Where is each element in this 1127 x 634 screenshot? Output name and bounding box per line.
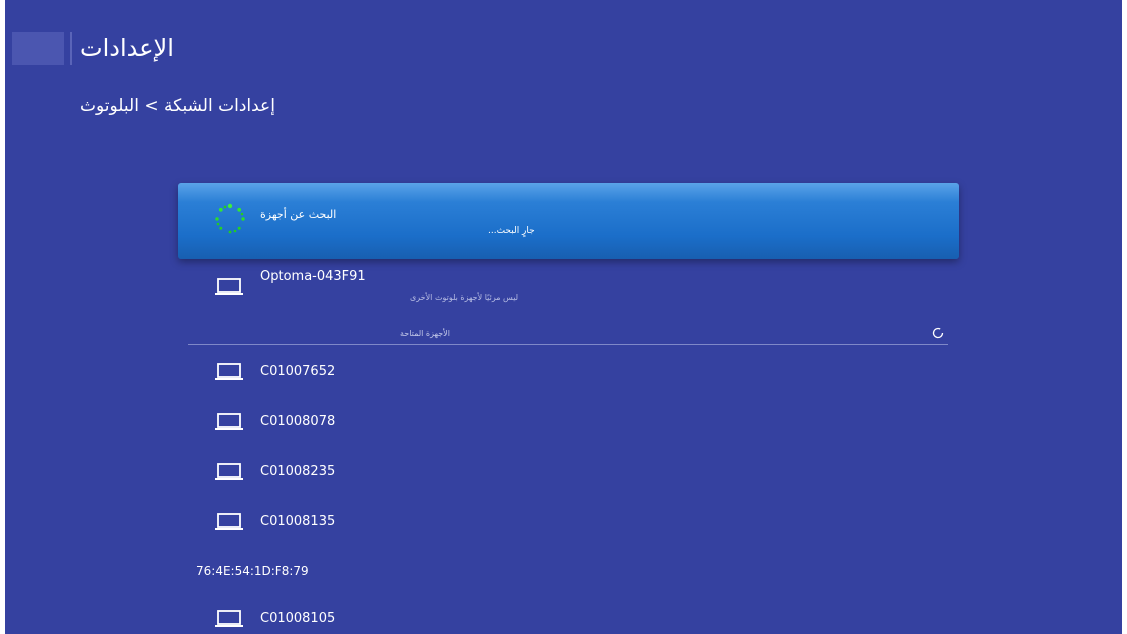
refresh-icon[interactable] [931, 326, 945, 340]
laptop-icon [215, 278, 243, 295]
laptop-icon [215, 363, 243, 380]
laptop-icon [215, 513, 243, 530]
device-name: C01008235 [260, 464, 336, 479]
device-row-mac-address[interactable]: 76:4E:54:1D:F8:79 [196, 562, 309, 580]
device-row[interactable]: C01008235 [178, 460, 959, 500]
section-divider [188, 344, 948, 345]
device-name: C01008105 [260, 611, 336, 626]
breadcrumb: إعدادات الشبكة > البلوتوث [80, 96, 275, 116]
available-devices-label: الأجهزة المتاحة [400, 329, 450, 338]
search-status-text: جارٍ البحث... [488, 226, 535, 236]
device-row[interactable]: C01007652 [178, 360, 959, 400]
search-devices-title: البحث عن أجهزة [260, 208, 337, 221]
search-devices-item[interactable]: البحث عن أجهزة جارٍ البحث... [178, 183, 959, 259]
loading-spinner-icon [215, 203, 245, 234]
header-divider [70, 32, 72, 65]
device-name: C01008135 [260, 514, 336, 529]
device-name: Optoma-043F91 [260, 269, 366, 284]
device-name: C01007652 [260, 364, 336, 379]
header-logo-placeholder [12, 32, 64, 65]
page-title: الإعدادات [80, 34, 174, 62]
visibility-note: ليس مرئيًا لأجهزة بلوتوث الأخرى [410, 293, 519, 302]
device-row[interactable]: C01008135 [178, 510, 959, 550]
device-row-own[interactable]: Optoma-043F91 [178, 266, 959, 306]
device-row[interactable]: C01008105 [178, 607, 959, 634]
laptop-icon [215, 610, 243, 627]
device-name: C01008078 [260, 414, 336, 429]
laptop-icon [215, 463, 243, 480]
settings-screen: الإعدادات إعدادات الشبكة > البلوتوث البح… [5, 0, 1122, 634]
laptop-icon [215, 413, 243, 430]
header: الإعدادات [5, 28, 305, 68]
device-row[interactable]: C01008078 [178, 410, 959, 450]
